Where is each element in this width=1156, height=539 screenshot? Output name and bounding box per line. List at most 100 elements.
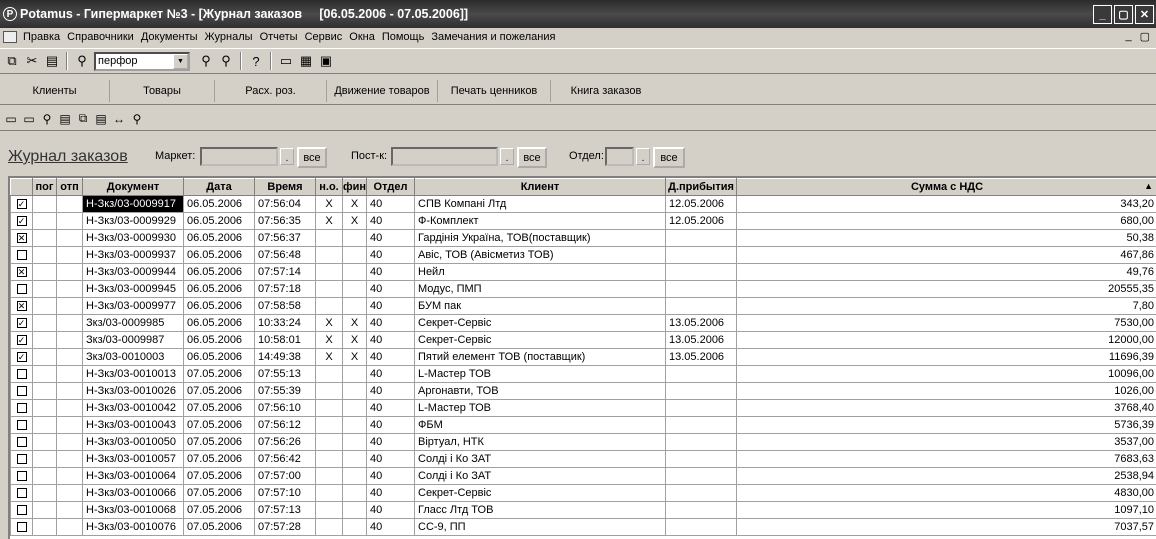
dept-all-button[interactable]: все [653, 147, 685, 168]
row-checkbox[interactable] [16, 471, 27, 482]
row-check-cell[interactable]: ✓ [10, 331, 33, 349]
row-checkbox[interactable]: ✓ [16, 199, 27, 210]
table-row[interactable]: ✕ Н-Зкз/03-0009930 06.05.2006 07:56:37 40 Гар… [10, 229, 1156, 247]
document-icon[interactable] [3, 31, 17, 43]
menu-windows[interactable]: Окна [346, 31, 379, 43]
delete-row-icon[interactable]: ▤ [92, 110, 110, 128]
col-header-date[interactable]: Дата [183, 178, 255, 196]
table-row[interactable]: Н-Зкз/03-0010068 07.05.2006 07:57:13 40 Глас… [10, 501, 1156, 519]
supplier-input[interactable] [391, 147, 498, 166]
row-checkbox[interactable]: ✕ [16, 267, 27, 278]
row-checkbox[interactable]: ✕ [16, 301, 27, 312]
col-header-pog[interactable]: пог [32, 178, 57, 196]
table-row[interactable]: ✕ Н-Зкз/03-0009944 06.05.2006 07:57:14 40 Ней… [10, 263, 1156, 281]
paste-icon[interactable]: ▤ [42, 51, 62, 71]
row-checkbox[interactable] [16, 403, 27, 414]
row-check-cell[interactable] [10, 280, 33, 298]
row-check-cell[interactable] [10, 484, 33, 502]
row-check-cell[interactable] [10, 416, 33, 434]
preview-icon[interactable]: ⚲ [38, 110, 56, 128]
table-row[interactable]: ✓ Н-Зкз/03-0009917 06.05.2006 07:56:04 X X 40 С… [10, 195, 1156, 213]
supplier-all-button[interactable]: все [517, 147, 547, 168]
market-input[interactable] [200, 147, 278, 166]
nav-clients-button[interactable]: Клиенты [0, 79, 110, 102]
minimize-button[interactable]: _ [1093, 5, 1112, 24]
copy-doc-icon[interactable]: ⧉ [74, 110, 92, 128]
table-row[interactable]: Н-Зкз/03-0010066 07.05.2006 07:57:10 40 Секр… [10, 484, 1156, 502]
table-row[interactable]: ✓ Зкз/03-0010003 06.05.2006 14:49:38 X X 40 Пят… [10, 348, 1156, 366]
row-check-cell[interactable] [10, 365, 33, 383]
menu-reports[interactable]: Отчеты [257, 31, 302, 43]
cut-icon[interactable]: ✂ [22, 51, 42, 71]
col-header-dept[interactable]: Отдел [366, 178, 415, 196]
market-select-button[interactable]: . [280, 148, 294, 165]
row-checkbox[interactable]: ✓ [16, 352, 27, 363]
find-next-icon[interactable]: ⚲ [196, 51, 216, 71]
table-row[interactable]: Н-Зкз/03-0010050 07.05.2006 07:56:26 40 Вірт… [10, 433, 1156, 451]
row-check-cell[interactable]: ✕ [10, 229, 33, 247]
table-row[interactable]: Н-Зкз/03-0009945 06.05.2006 07:57:18 40 Моду… [10, 280, 1156, 298]
nav-order-book-button[interactable]: Книга заказов [551, 80, 661, 102]
col-header-arrival[interactable]: Д.прибытия [665, 178, 737, 196]
table-row[interactable]: Н-Зкз/03-0010013 07.05.2006 07:55:13 40 L-Ма… [10, 365, 1156, 383]
dept-select-button[interactable]: . [636, 148, 650, 165]
table-row[interactable]: ✕ Н-Зкз/03-0009977 06.05.2006 07:58:58 40 БУМ… [10, 297, 1156, 315]
table-row[interactable]: Н-Зкз/03-0010042 07.05.2006 07:56:10 40 L-Ма… [10, 399, 1156, 417]
table-row[interactable]: ✓ Зкз/03-0009985 06.05.2006 10:33:24 X X 40 Сек… [10, 314, 1156, 332]
row-check-cell[interactable] [10, 382, 33, 400]
chevron-down-icon[interactable]: ▼ [173, 53, 188, 69]
row-checkbox[interactable] [16, 437, 27, 448]
row-checkbox[interactable] [16, 488, 27, 499]
table-row[interactable]: Н-Зкз/03-0010026 07.05.2006 07:55:39 40 Арго… [10, 382, 1156, 400]
edit-icon[interactable]: ▭ [20, 110, 38, 128]
nav-goods-button[interactable]: Товары [110, 79, 215, 102]
col-header-otp[interactable]: отп [56, 178, 83, 196]
row-check-cell[interactable] [10, 450, 33, 468]
row-checkbox[interactable] [16, 369, 27, 380]
row-checkbox[interactable] [16, 522, 27, 533]
row-checkbox[interactable] [16, 386, 27, 397]
row-check-cell[interactable]: ✓ [10, 195, 33, 213]
row-check-cell[interactable] [10, 518, 33, 536]
row-check-cell[interactable]: ✕ [10, 263, 33, 281]
calculator-icon[interactable]: ▭ [276, 51, 296, 71]
row-checkbox[interactable] [16, 505, 27, 516]
table-row[interactable]: ✓ Зкз/03-0009987 06.05.2006 10:58:01 X X 40 Сек… [10, 331, 1156, 349]
row-check-cell[interactable] [10, 501, 33, 519]
supplier-select-button[interactable]: . [500, 148, 514, 165]
dept-input[interactable] [605, 147, 634, 166]
row-check-cell[interactable]: ✓ [10, 314, 33, 332]
add-row-icon[interactable]: ▤ [56, 110, 74, 128]
row-checkbox[interactable]: ✓ [16, 216, 27, 227]
fit-width-icon[interactable]: ↔ [110, 110, 128, 128]
search-combo[interactable]: перфор ▼ [94, 51, 190, 71]
menu-references[interactable]: Справочники [64, 31, 138, 43]
table-icon[interactable]: ▦ [296, 51, 316, 71]
row-checkbox[interactable] [16, 454, 27, 465]
menu-journals[interactable]: Журналы [202, 31, 257, 43]
col-header-fin[interactable]: фин [342, 178, 367, 196]
find-replace-icon[interactable]: ⚲ [216, 51, 236, 71]
maximize-button[interactable]: ▢ [1114, 5, 1133, 24]
copy-icon[interactable]: ⧉ [2, 51, 22, 71]
row-checkbox[interactable]: ✕ [16, 233, 27, 244]
table-row[interactable]: Н-Зкз/03-0010076 07.05.2006 07:57:28 40 СС-9… [10, 518, 1156, 536]
close-button[interactable]: ✕ [1135, 5, 1154, 24]
row-checkbox[interactable]: ✓ [16, 335, 27, 346]
nav-price-tags-button[interactable]: Печать ценников [438, 79, 551, 102]
menu-documents[interactable]: Документы [138, 31, 202, 43]
col-header-no[interactable]: н.о. [315, 178, 343, 196]
table-row[interactable]: ✓ Н-Зкз/03-0009929 06.05.2006 07:56:35 X X 40 Ф… [10, 212, 1156, 230]
row-checkbox[interactable]: ✓ [16, 318, 27, 329]
table-row[interactable]: Н-Зкз/03-0010057 07.05.2006 07:56:42 40 Солд… [10, 450, 1156, 468]
table-row[interactable]: Н-Зкз/03-0010043 07.05.2006 07:56:12 40 ФБМ 5… [10, 416, 1156, 434]
col-header-sum[interactable]: Сумма с НДС ▲ [736, 178, 1156, 196]
binoculars-icon[interactable]: ⚲ [72, 51, 92, 71]
row-check-cell[interactable]: ✕ [10, 297, 33, 315]
col-header-time[interactable]: Время [254, 178, 316, 196]
col-header-check[interactable] [10, 178, 33, 196]
row-check-cell[interactable] [10, 433, 33, 451]
row-checkbox[interactable] [16, 250, 27, 261]
menu-service[interactable]: Сервис [302, 31, 347, 43]
settings-icon[interactable]: ▣ [316, 51, 336, 71]
